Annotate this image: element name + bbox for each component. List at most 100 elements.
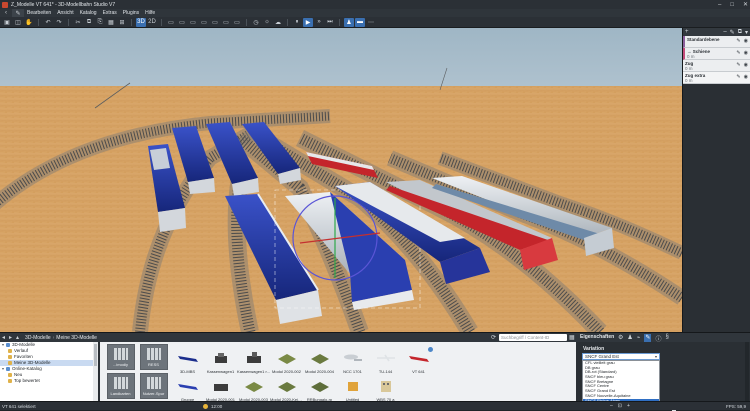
menu-ansicht[interactable]: Ansicht bbox=[57, 10, 73, 16]
eye-icon[interactable]: ◉ bbox=[744, 39, 748, 44]
toolbar-divider bbox=[38, 18, 39, 26]
layer-zug[interactable]: Zug 0 m ✎ ◉ bbox=[683, 60, 750, 72]
catalog-item-label: Landkarten bbox=[110, 390, 131, 396]
catalog-item[interactable]: ...imodiy bbox=[104, 344, 137, 372]
view-grid-icon[interactable]: ▦ bbox=[569, 334, 575, 341]
layer-standardebene[interactable]: Standardebene ✎ ◉ bbox=[683, 36, 750, 48]
refresh-icon[interactable]: ⟳ bbox=[491, 334, 496, 341]
camera-4-icon[interactable]: ▭ bbox=[199, 18, 209, 27]
eye-icon[interactable]: ◉ bbox=[744, 51, 748, 56]
layer-schiene[interactable]: → Schiene 0 m ✎ ◉ bbox=[683, 48, 750, 60]
breadcrumb: 3D-Modelle › Meine 3D-Modelle bbox=[25, 335, 97, 341]
layer-zug-extra[interactable]: Zug extra 0 m ✎ ◉ bbox=[683, 72, 750, 84]
camera-1-icon[interactable]: ▭ bbox=[166, 18, 176, 27]
grid-icon[interactable]: ▦ bbox=[106, 18, 116, 27]
edit-layer-icon[interactable]: ✎ bbox=[730, 29, 735, 36]
menu-extras[interactable]: Extras bbox=[103, 10, 117, 16]
scene-render[interactable] bbox=[0, 28, 682, 332]
add-layer-icon[interactable]: + bbox=[685, 29, 689, 35]
menu-hilfe[interactable]: Hilfe bbox=[145, 10, 155, 16]
catalog-item[interactable]: Nutzer-Spur bbox=[137, 373, 170, 401]
duplicate-icon[interactable]: ⊞ bbox=[117, 18, 127, 27]
catalog-item[interactable]: Kassenwagen1 bbox=[204, 348, 237, 376]
back-arrow-icon[interactable]: ‹ bbox=[0, 9, 12, 17]
more-icon[interactable]: ⋯ bbox=[366, 18, 376, 27]
edit-icon[interactable]: ✎ bbox=[736, 75, 740, 80]
cut-icon[interactable]: ✂ bbox=[73, 18, 83, 27]
person-icon[interactable]: ♟ bbox=[344, 17, 354, 27]
catalog-item[interactable]: Landkarten bbox=[104, 373, 137, 401]
catalog-item[interactable]: Modul 2020-001 bbox=[204, 376, 237, 404]
chevron-down-icon[interactable]: ▾ bbox=[655, 354, 657, 359]
sim-time[interactable]: 12:00 bbox=[203, 403, 222, 409]
clock-icon[interactable]: ◷ bbox=[251, 18, 261, 27]
save-icon[interactable]: ▣ bbox=[2, 18, 12, 27]
tree-item-top-bewertet[interactable]: Top bewertet bbox=[0, 378, 98, 384]
view-2d-icon[interactable]: 2D bbox=[147, 18, 157, 27]
catalog-item[interactable]: WBS 70 a bbox=[369, 376, 402, 404]
layer-menu-icon[interactable]: ▾ bbox=[745, 29, 748, 36]
redo-icon[interactable]: ↷ bbox=[54, 18, 64, 27]
catalog-item[interactable]: VT 641 bbox=[402, 347, 435, 376]
scroll-thumb[interactable] bbox=[94, 344, 97, 366]
back-icon[interactable]: ◂ bbox=[2, 334, 5, 341]
forward-icon[interactable]: ▸ bbox=[9, 334, 12, 341]
catalog-item[interactable]: NCC 1701 bbox=[336, 348, 369, 376]
view-3d-icon[interactable]: 3D bbox=[136, 17, 146, 27]
catalog-item[interactable]: Kassenwagen1 r... bbox=[237, 348, 270, 376]
select-tool-icon[interactable]: ◫ bbox=[13, 18, 23, 27]
camera-7-icon[interactable]: ▭ bbox=[232, 18, 242, 27]
properties-scrollbar[interactable] bbox=[745, 342, 749, 402]
camera-2-icon[interactable]: ▭ bbox=[177, 18, 187, 27]
tree-scrollbar[interactable] bbox=[93, 342, 98, 402]
cloud-icon[interactable]: ☁ bbox=[273, 18, 283, 27]
camera-3-icon[interactable]: ▭ bbox=[188, 18, 198, 27]
catalog-item-label: RESS bbox=[148, 361, 159, 367]
edit-mode-icon[interactable]: ✎ bbox=[12, 9, 24, 17]
catalog-item[interactable]: RRBungalo-rp bbox=[303, 376, 336, 404]
menu-katalog[interactable]: Katalog bbox=[80, 10, 97, 16]
fast-forward-icon[interactable]: » bbox=[314, 18, 324, 27]
minimize-button[interactable]: – bbox=[718, 2, 721, 8]
3d-viewport[interactable] bbox=[0, 28, 682, 332]
catalog-item[interactable]: Modul 2020-Kein... bbox=[270, 376, 303, 404]
fit-icon[interactable]: ⊡ bbox=[618, 403, 622, 409]
up-icon[interactable]: ▴ bbox=[16, 334, 19, 341]
breadcrumb-meine-3d-modelle[interactable]: Meine 3D-Modelle bbox=[56, 335, 97, 341]
maximize-button[interactable]: □ bbox=[730, 2, 734, 8]
catalog-item[interactable]: Untitled bbox=[336, 376, 369, 404]
catalog-item[interactable]: RESS bbox=[137, 344, 170, 372]
zoom-in-icon[interactable]: + bbox=[627, 403, 630, 409]
edit-icon[interactable]: ✎ bbox=[736, 39, 740, 44]
catalog-item[interactable]: Modul 2020-003 bbox=[237, 376, 270, 404]
catalog-item[interactable]: TU-144 bbox=[369, 348, 402, 376]
eye-icon[interactable]: ◉ bbox=[744, 75, 748, 80]
edit-icon[interactable]: ✎ bbox=[736, 51, 740, 56]
faster-icon[interactable]: ⏭ bbox=[325, 18, 335, 27]
pause-icon[interactable]: ⏸ bbox=[292, 18, 302, 27]
copy-layer-icon[interactable]: ⧉ bbox=[738, 29, 742, 36]
hand-tool-icon[interactable]: ✋ bbox=[24, 18, 34, 27]
catalog-item[interactable]: Modul 2020-004 bbox=[303, 348, 336, 376]
camera-5-icon[interactable]: ▭ bbox=[210, 18, 220, 27]
zoom-out-icon[interactable]: – bbox=[610, 403, 613, 409]
paste-icon[interactable]: ⎘ bbox=[95, 18, 105, 27]
menu-bearbeiten[interactable]: Bearbeiten bbox=[27, 10, 51, 16]
search-input[interactable]: Suchbegriff / Content-ID bbox=[499, 334, 567, 341]
remove-layer-icon[interactable]: – bbox=[723, 29, 726, 36]
camera-6-icon[interactable]: ▭ bbox=[221, 18, 231, 27]
close-button[interactable]: ✕ bbox=[743, 1, 748, 8]
copy-icon[interactable]: ⧉ bbox=[84, 18, 94, 27]
catalog-item[interactable]: 3D-MBS bbox=[171, 348, 204, 376]
variation-select[interactable]: SNCF Grand Est ▾ bbox=[582, 353, 660, 360]
sun-icon[interactable]: ☼ bbox=[262, 18, 272, 27]
edit-icon[interactable]: ✎ bbox=[736, 63, 740, 68]
catalog-item[interactable]: Gruppe bbox=[171, 376, 204, 404]
train-view-icon[interactable]: ▬ bbox=[355, 17, 365, 27]
play-icon[interactable]: ▶ bbox=[303, 17, 313, 27]
menu-plugins[interactable]: Plugins bbox=[123, 10, 139, 16]
eye-icon[interactable]: ◉ bbox=[744, 63, 748, 68]
undo-icon[interactable]: ↶ bbox=[43, 18, 53, 27]
breadcrumb-3d-modelle[interactable]: 3D-Modelle bbox=[25, 335, 51, 341]
catalog-item[interactable]: Modul 2020-002 bbox=[270, 348, 303, 376]
